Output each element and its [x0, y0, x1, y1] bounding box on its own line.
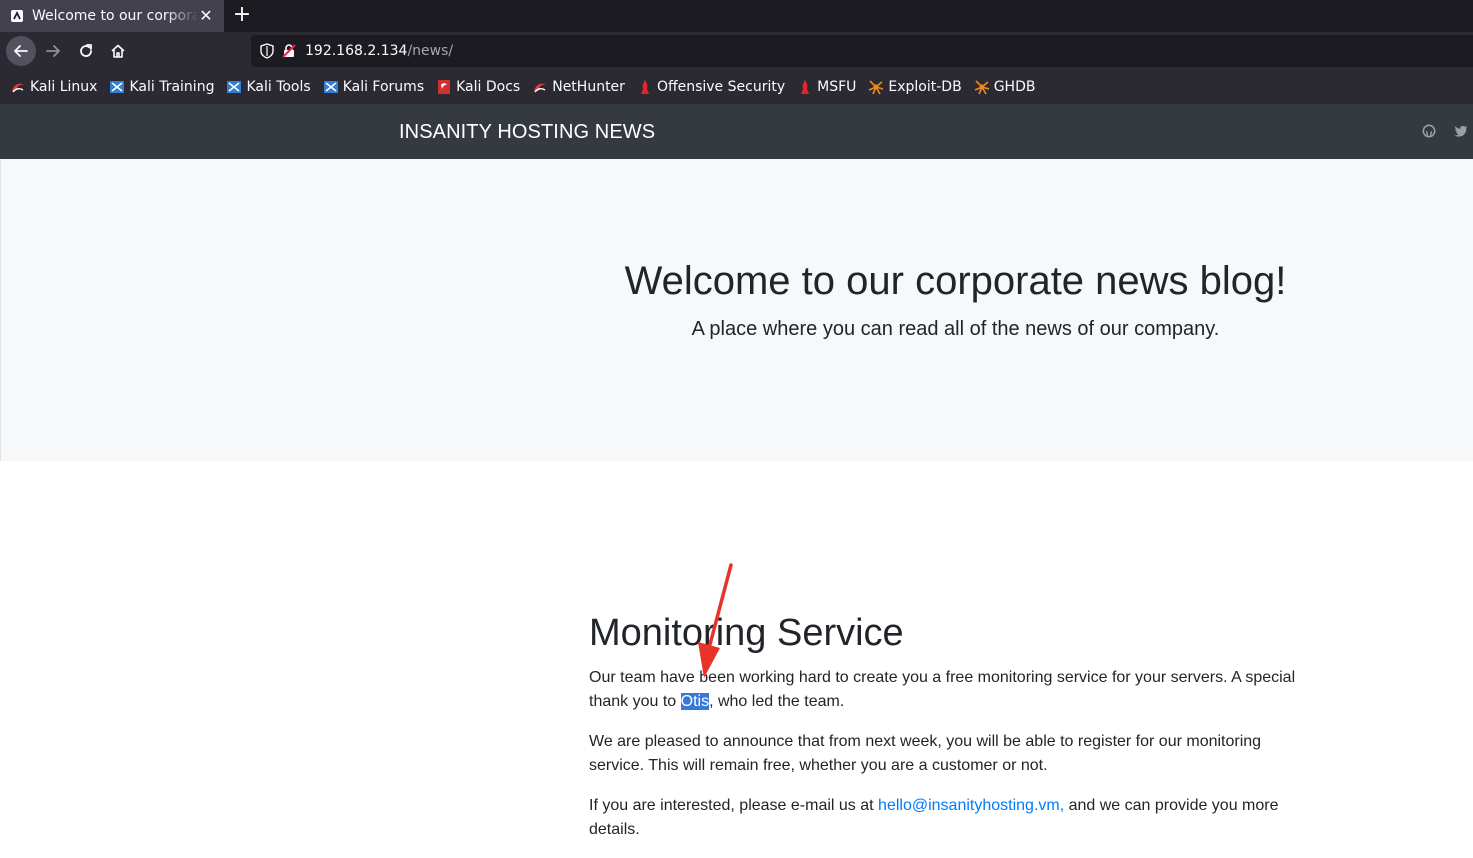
home-button[interactable] — [103, 36, 133, 66]
bookmark-label: GHDB — [993, 79, 1036, 95]
forward-arrow-icon — [46, 45, 60, 57]
reload-button[interactable] — [71, 36, 101, 66]
tab-strip: Welcome to our corporate news blog! ✕ + — [0, 0, 1473, 32]
twitter-icon[interactable] — [1452, 122, 1470, 140]
bookmark-ghdb[interactable]: GHDB — [974, 79, 1036, 95]
url-host: 192.168.2.134 — [305, 43, 408, 59]
bookmark-offensive-security[interactable]: Offensive Security — [637, 79, 785, 95]
article-paragraph-3: If you are interested, please e-mail us … — [589, 794, 1309, 842]
article-paragraph-2: We are pleased to announce that from nex… — [589, 733, 1262, 774]
bookmark-msfu[interactable]: MSFU — [797, 79, 856, 95]
selected-text-highlight: Otis — [680, 693, 710, 710]
exploitdb-icon — [868, 79, 884, 95]
bookmarks-bar: Kali Linux Kali Training Kali Tools Kali… — [0, 70, 1473, 104]
bookmark-kali-linux[interactable]: Kali Linux — [10, 79, 97, 95]
bookmark-label: Kali Forums — [342, 79, 425, 95]
jumbotron-title: Welcome to our corporate news blog! — [624, 259, 1287, 303]
tab-close-icon[interactable]: ✕ — [196, 6, 216, 26]
kali-forums-icon — [323, 79, 339, 95]
kali-tools-icon — [226, 79, 242, 95]
msfu-icon — [797, 79, 813, 95]
bookmark-nethunter[interactable]: NetHunter — [532, 79, 625, 95]
bookmark-kali-tools[interactable]: Kali Tools — [226, 79, 311, 95]
home-icon — [111, 44, 125, 58]
article-paragraph-1: Our team have been working hard to creat… — [589, 666, 1309, 714]
bookmark-kali-forums[interactable]: Kali Forums — [323, 79, 424, 95]
active-tab[interactable]: Welcome to our corporate news blog! ✕ — [0, 0, 224, 32]
bookmark-label: NetHunter — [552, 79, 625, 95]
bookmark-kali-docs[interactable]: Kali Docs — [436, 79, 520, 95]
github-icon[interactable] — [1420, 122, 1438, 140]
site-brand[interactable]: INSANITY HOSTING NEWS — [399, 121, 655, 144]
reload-icon — [80, 44, 92, 57]
jumbotron-subtitle: A place where you can read all of the ne… — [691, 318, 1220, 340]
new-tab-button[interactable]: + — [230, 4, 254, 28]
browser-toolbar: 192.168.2.134/news/ — [0, 32, 1473, 70]
shield-icon[interactable] — [259, 43, 275, 59]
paragraph-text: If you are interested, please e-mail us … — [589, 797, 879, 814]
kali-training-icon — [109, 79, 125, 95]
paragraph-text: , who led the team. — [709, 693, 845, 710]
article: Monitoring Service Our team have been wo… — [589, 610, 1309, 858]
tab-title: Welcome to our corporate news blog! — [32, 8, 198, 24]
back-arrow-icon — [14, 45, 28, 57]
bookmark-label: Offensive Security — [656, 79, 786, 95]
bookmark-label: Kali Docs — [456, 79, 521, 95]
kali-favicon-icon — [10, 9, 24, 23]
url-bar[interactable]: 192.168.2.134/news/ — [251, 35, 1473, 67]
email-link[interactable]: hello@insanityhosting.vm, — [878, 797, 1064, 814]
bookmark-label: Exploit-DB — [888, 79, 962, 95]
kali-dragon-icon — [10, 79, 26, 95]
kali-docs-icon — [436, 79, 452, 95]
back-button[interactable] — [6, 36, 36, 66]
bookmark-label: MSFU — [817, 79, 857, 95]
article-title: Monitoring Service — [589, 612, 904, 654]
jumbotron: Welcome to our corporate news blog! A pl… — [0, 159, 1473, 461]
url-path: /news/ — [407, 43, 454, 59]
bookmark-exploit-db[interactable]: Exploit-DB — [868, 79, 962, 95]
site-navbar: INSANITY HOSTING NEWS — [0, 104, 1473, 159]
bookmark-label: Kali Linux — [30, 79, 98, 95]
insecure-lock-icon[interactable] — [281, 43, 297, 59]
bookmark-label: Kali Training — [129, 79, 215, 95]
offsec-icon — [637, 79, 653, 95]
ghdb-icon — [974, 79, 990, 95]
bookmark-label: Kali Tools — [246, 79, 311, 95]
bookmark-kali-training[interactable]: Kali Training — [109, 79, 214, 95]
nethunter-icon — [532, 79, 548, 95]
forward-button[interactable] — [38, 36, 68, 66]
